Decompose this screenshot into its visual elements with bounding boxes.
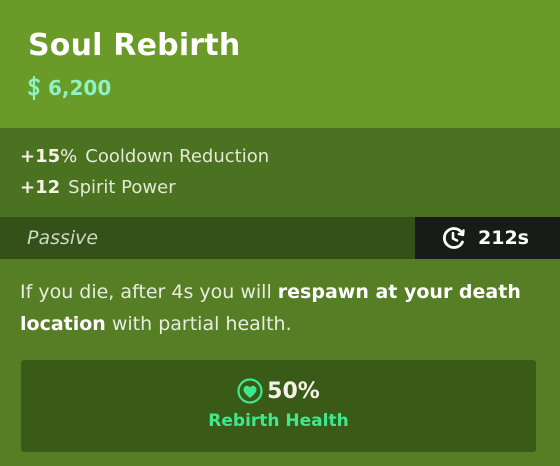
property-label: Rebirth Health [208, 411, 349, 431]
cooldown-clock-icon [442, 226, 466, 250]
cooldown-value: 212s [478, 227, 529, 249]
stat-value: +12 [20, 177, 61, 198]
item-stats: +15% Cooldown Reduction +12 Spirit Power [0, 128, 560, 217]
ability-type-bar: Passive [0, 217, 415, 259]
souls-currency-icon [26, 76, 42, 100]
item-cost-value: 6,200 [48, 76, 112, 100]
stat-label: Spirit Power [68, 177, 176, 198]
stat-row: +12 Spirit Power [20, 177, 176, 198]
item-tooltip-card: Soul Rebirth 6,200 +15% Cooldown Reducti… [0, 0, 560, 466]
ability-description: If you die, after 4s you will respawn at… [20, 281, 521, 335]
item-cost: 6,200 [26, 76, 111, 100]
ability-type-label: Passive [27, 227, 99, 249]
stat-row: +15% Cooldown Reduction [20, 146, 269, 167]
ability-property-panel: 50% Rebirth Health [21, 360, 536, 452]
stat-value: +15% [20, 146, 78, 167]
cooldown-badge: 212s [415, 217, 560, 259]
item-title: Soul Rebirth [28, 28, 241, 63]
item-header: Soul Rebirth 6,200 [0, 0, 560, 128]
heart-heal-icon [237, 378, 263, 404]
property-value: 50% [267, 378, 320, 404]
stat-label: Cooldown Reduction [85, 146, 270, 167]
property-value-row: 50% [21, 378, 536, 404]
